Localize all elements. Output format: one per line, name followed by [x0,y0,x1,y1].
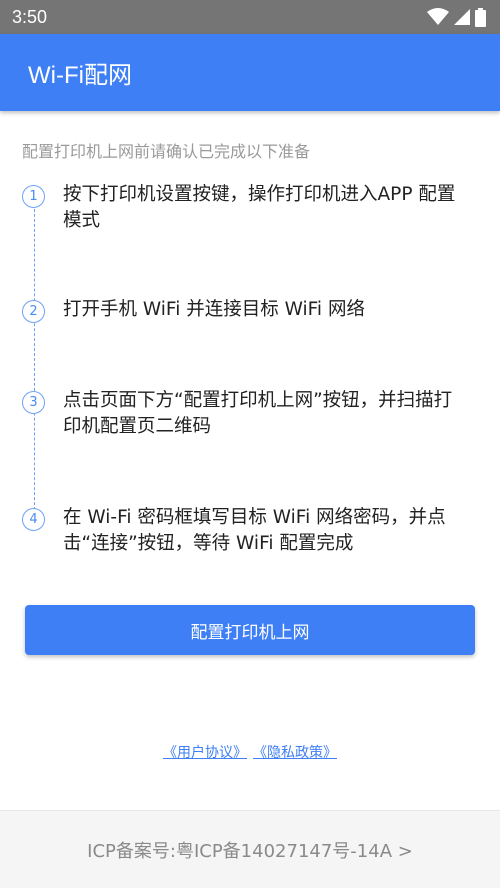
privacy-policy-link[interactable]: 《隐私政策》 [253,742,337,762]
agreement-links: 《用户协议》 《隐私政策》 [0,742,500,762]
step-text: 点击页面下方“配置打印机上网”按钮，并扫描打印机配置页二维码 [63,390,453,437]
step-number-icon: 3 [22,391,45,414]
status-time: 3:50 [12,6,48,27]
step-4: 4 在 Wi-Fi 密码框填写目标 WiFi 网络密码，并点击“连接”按钮，等待… [22,505,482,557]
step-number-icon: 1 [22,185,45,208]
wifi-icon [427,8,449,25]
cell-signal-icon [454,9,470,25]
step-2: 2 打开手机 WiFi 并连接目标 WiFi 网络 [22,297,482,323]
step-3: 3 点击页面下方“配置打印机上网”按钮，并扫描打印机配置页二维码 [22,388,482,440]
battery-icon [475,7,486,27]
step-number-icon: 2 [22,300,45,323]
icp-footer[interactable]: ICP备案号:粤ICP备14027147号-14A > [0,810,500,888]
status-icons [427,7,486,27]
intro-text: 配置打印机上网前请确认已完成以下准备 [22,142,311,161]
step-1: 1 按下打印机设置按键，操作打印机进入APP 配置模式 [22,182,482,234]
page-title: Wi-Fi配网 [28,62,132,89]
user-agreement-link[interactable]: 《用户协议》 [163,742,247,762]
configure-printer-button[interactable]: 配置打印机上网 [25,605,475,655]
step-text: 打开手机 WiFi 并连接目标 WiFi 网络 [63,299,365,320]
step-text: 在 Wi-Fi 密码框填写目标 WiFi 网络密码，并点击“连接”按钮，等待 W… [63,507,446,554]
step-text: 按下打印机设置按键，操作打印机进入APP 配置模式 [63,184,456,231]
timeline-line [34,204,35,520]
status-bar: 3:50 [0,0,500,34]
step-number-icon: 4 [22,508,45,531]
app-bar: Wi-Fi配网 [0,34,500,111]
